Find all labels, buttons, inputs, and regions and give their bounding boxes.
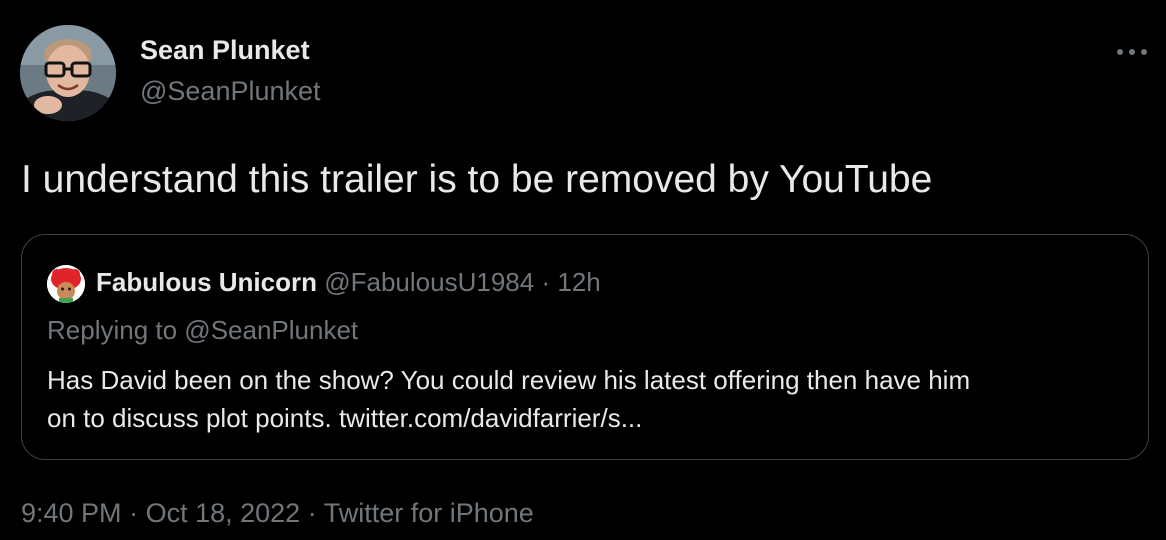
quoted-author-name[interactable]: Fabulous Unicorn <box>96 267 317 297</box>
replying-to-label: Replying to @SeanPlunket <box>47 315 359 345</box>
quoted-tweet-header: Fabulous Unicorn @FabulousU1984 · 12h <box>96 265 601 299</box>
quoted-tweet-card[interactable]: Fabulous Unicorn @FabulousU1984 · 12h Re… <box>21 234 1149 460</box>
tweet-date[interactable]: Oct 18, 2022 <box>146 498 301 528</box>
meta-separator-2: · <box>307 498 317 528</box>
quoted-tweet-text-line-2: on to discuss plot points. twitter.com/d… <box>47 403 643 433</box>
meta-separator-1: · <box>129 498 139 528</box>
author-handle[interactable]: @SeanPlunket <box>140 76 321 107</box>
quote-avatar-image <box>47 265 85 303</box>
quote-avatar[interactable] <box>47 265 85 303</box>
tweet: Sean Plunket @SeanPlunket I understand t… <box>0 0 1166 540</box>
author-name[interactable]: Sean Plunket <box>140 35 310 66</box>
quoted-separator: · <box>541 267 551 297</box>
tweet-meta: 9:40 PM · Oct 18, 2022 · Twitter for iPh… <box>21 498 534 529</box>
quoted-tweet-text-line-1: Has David been on the show? You could re… <box>47 365 971 395</box>
tweet-time[interactable]: 9:40 PM <box>21 498 122 528</box>
quoted-tweet-text: Has David been on the show? You could re… <box>47 361 1137 437</box>
more-horizontal-icon[interactable] <box>1112 40 1152 64</box>
avatar-photo <box>20 25 116 121</box>
quoted-author-handle[interactable]: @FabulousU1984 <box>324 267 534 297</box>
avatar[interactable] <box>20 25 116 121</box>
tweet-text: I understand this trailer is to be remov… <box>21 158 933 201</box>
quoted-timestamp[interactable]: 12h <box>557 267 600 297</box>
tweet-source[interactable]: Twitter for iPhone <box>324 498 534 528</box>
